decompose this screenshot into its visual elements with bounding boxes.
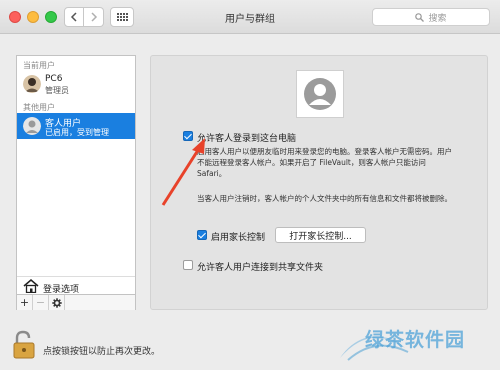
lock-button[interactable] [12, 330, 36, 363]
lock-hint-text: 点按锁按钮以防止再次更改。 [43, 347, 161, 357]
padlock-open-icon [13, 330, 35, 359]
watermark-text: 绿茶软件园 [365, 329, 466, 351]
red-arrow-annotation [161, 138, 205, 206]
